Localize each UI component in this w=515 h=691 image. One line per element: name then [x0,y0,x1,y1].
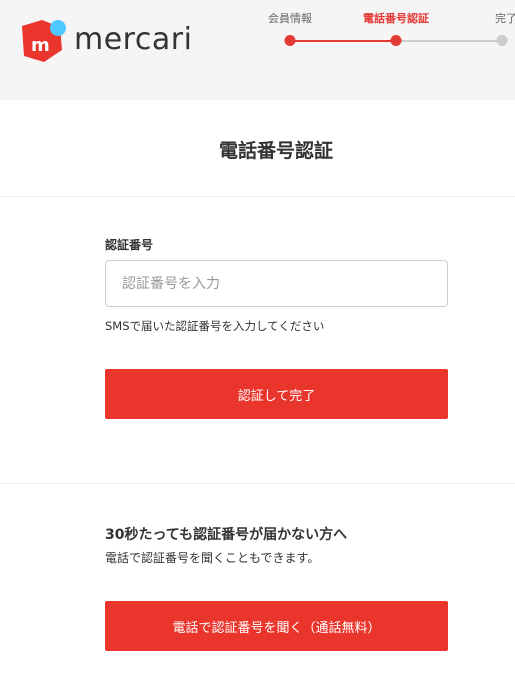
fallback-heading: 30秒たっても認証番号が届かない方へ [105,527,348,543]
step-label: 完了 [495,12,515,25]
page-title: 電話番号認証 [218,140,333,162]
step-label-current: 電話番号認証 [363,12,429,25]
logo-wordmark: mercari [74,22,193,57]
svg-text:m: m [31,35,50,56]
step-dot-done [284,35,296,46]
step-dot-todo [496,35,508,46]
step-label: 会員情報 [268,12,312,25]
mercari-logo-icon: m [22,20,66,62]
verification-code-label: 認証番号 [105,238,154,252]
step-line-complete [290,40,396,42]
help-text: SMSで届いた認証番号を入力してください [105,319,325,333]
verify-and-complete-button[interactable]: 認証して完了 [105,369,448,419]
mercari-logo[interactable]: m mercari [18,18,208,66]
title-area: 電話番号認証 [0,100,515,197]
fallback-description: 電話で認証番号を聞くこともできます。 [105,551,320,565]
progress-steps: 会員情報 電話番号認証 完了 [260,10,515,50]
phone-call-code-button[interactable]: 電話で認証番号を聞く（通話無料） [105,601,448,651]
header: m mercari 会員情報 電話番号認証 完了 [0,0,515,100]
section-divider [0,483,515,484]
step-dot-current [390,35,402,46]
verification-code-input[interactable] [105,260,448,307]
step-line-pending [396,40,506,42]
